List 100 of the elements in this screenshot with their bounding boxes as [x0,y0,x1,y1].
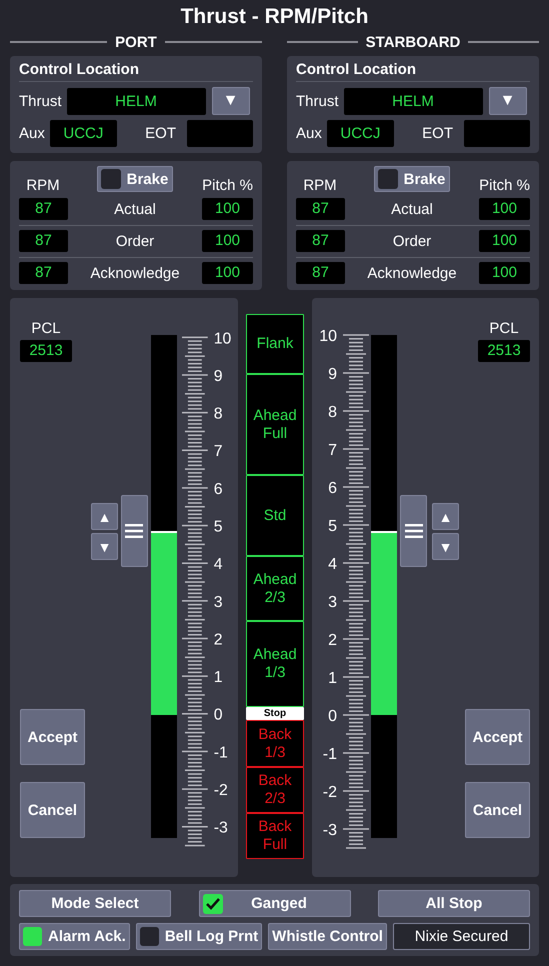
scale-label: 2 [328,632,337,649]
decrease-button[interactable]: ▼ [91,533,118,560]
rpm-readout: 87 [296,198,345,220]
row-label: Acknowledge [90,264,180,282]
aux-location-field: UCCJ [326,120,394,147]
scale-label: 4 [328,556,337,573]
telegraph-order-button[interactable]: Std [246,475,304,556]
section-heading: STARBOARD [364,34,462,50]
brake-toggle[interactable]: Brake [96,166,174,192]
column-heading: RPM [302,177,338,194]
scale-label: -3 [322,822,337,839]
row-label: Actual [391,200,433,218]
indicator-button[interactable]: Alarm Ack. [19,923,130,950]
status-label: Nixie Secured [392,923,530,950]
action-button[interactable]: All Stop [378,890,530,917]
rpm-readout: 87 [19,262,68,284]
scale-label: 0 [213,706,222,724]
telegraph-order-button[interactable]: Ahead 2/3 [246,556,304,621]
scale-label: -3 [213,820,228,837]
check-icon [204,896,220,910]
section-heading: PORT [114,34,158,50]
toggle-label: Brake [126,170,168,188]
panel-title: Control Location [296,61,530,82]
column-heading: RPM [25,177,61,194]
grip-icon [125,524,144,538]
pitch-readout: 100 [202,230,253,252]
eot-field [187,120,253,147]
accept-button[interactable]: Accept [20,709,85,765]
panel-title: Control Location [19,61,253,82]
action-button[interactable]: Whistle Control [268,923,387,950]
toggle-button[interactable]: Ganged [198,890,350,917]
scale-label: 10 [213,330,231,348]
scale-label: 5 [328,518,337,535]
scale-label: 3 [213,594,222,611]
indicator-button[interactable]: Bell Log Prnt [136,923,262,950]
scale-label: 2 [213,631,222,648]
cancel-button[interactable]: Cancel [20,782,85,838]
scale-label: 10 [319,328,337,345]
telegraph-order-button[interactable]: Flank [246,314,304,374]
pcl-label: PCL [489,320,519,337]
scale-label: 1 [213,669,222,686]
telegraph-order-button[interactable]: Back 1/3 [246,720,304,767]
lever-handle[interactable] [121,495,148,568]
scale-label: 9 [328,366,337,383]
checkbox[interactable] [378,169,398,189]
decrease-button[interactable]: ▼ [432,533,459,560]
scale-label: 6 [213,480,222,498]
pcl-label: PCL [31,320,61,337]
rpm-readout: 87 [19,198,68,220]
pitch-readout: 100 [202,198,253,220]
scale-label: 5 [213,518,222,536]
eot-field [464,120,530,147]
button-label: Bell Log Prnt [164,928,258,945]
dropdown-button[interactable]: ▼ [212,87,250,115]
scale-label: -1 [213,744,228,762]
lever-handle[interactable] [400,495,427,568]
scale-label: 8 [213,406,222,423]
brake-toggle[interactable]: Brake [374,166,450,192]
increase-button[interactable]: ▲ [432,503,459,530]
row-label: Order [392,232,432,250]
accept-button[interactable]: Accept [465,709,530,765]
column-heading: Pitch % [201,177,253,194]
scale-label: 1 [328,670,337,687]
thrust-location-field: HELM [66,88,206,114]
telegraph-order-button[interactable]: Back Full [246,813,304,859]
thrust-location-field: HELM [344,88,483,114]
pcl-readout: 2513 [478,340,530,362]
field-label: Aux [296,125,322,142]
pcl-readout: 2513 [20,340,72,362]
scale-label: 3 [328,594,337,611]
scale-label: 0 [328,708,337,725]
checkbox[interactable] [202,894,222,914]
row-label: Order [116,232,154,250]
scale-label: 6 [328,480,337,497]
field-label: Thrust [19,92,62,110]
action-button[interactable]: Mode Select [19,890,171,917]
field-label: Aux [19,125,45,142]
telegraph-order-button[interactable]: Ahead Full [246,374,304,475]
checkbox[interactable] [100,169,121,189]
telegraph-order-button[interactable]: Ahead 1/3 [246,621,304,707]
toggle-label: Ganged [250,895,308,912]
scale-label: 9 [213,368,222,385]
field-label: EOT [422,125,453,142]
cancel-button[interactable]: Cancel [465,782,530,838]
increase-button[interactable]: ▲ [91,503,118,530]
button-label: Alarm Ack. [48,928,126,945]
aux-location-field: UCCJ [50,120,117,147]
scale-label: -1 [322,746,337,763]
scale-label: 4 [213,556,222,574]
grip-icon [404,524,422,538]
telegraph-order-button[interactable]: Stop [246,707,304,720]
rpm-readout: 87 [296,262,345,284]
window-title: Thrust - RPM/Pitch [180,4,370,30]
telegraph-order-button[interactable]: Back 2/3 [246,767,304,813]
scale-label: 7 [213,443,222,460]
row-label: Actual [114,200,156,218]
column-heading: Pitch % [478,177,530,194]
pitch-readout: 100 [478,262,530,284]
rpm-readout: 87 [19,230,68,252]
dropdown-button[interactable]: ▼ [488,87,527,115]
